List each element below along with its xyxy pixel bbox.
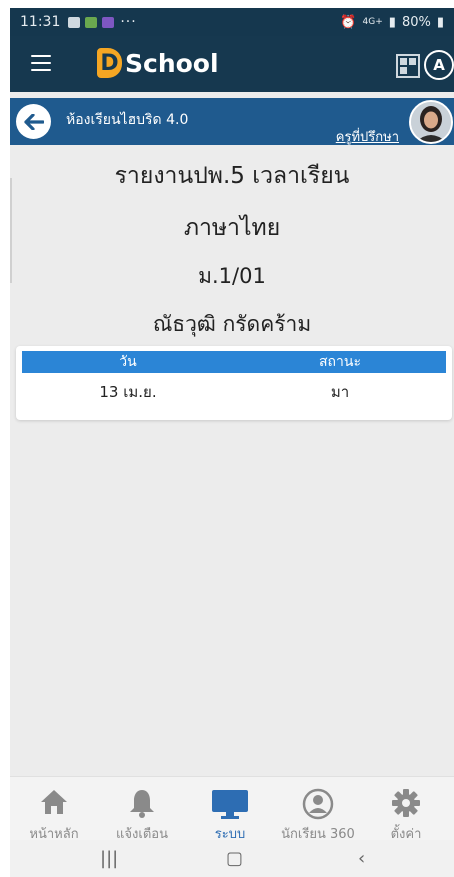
avatar-image bbox=[411, 102, 451, 142]
app-logo: D School bbox=[97, 48, 219, 78]
logo-text: School bbox=[125, 48, 219, 78]
phone-screen: 11:31 ··· ⏰ 4G+ ▮ 80% ▮ D School A ห้องเ… bbox=[10, 8, 454, 877]
recent-apps-icon[interactable]: ||| bbox=[100, 840, 118, 877]
system-back-icon[interactable]: ‹ bbox=[358, 840, 365, 877]
arrow-left-icon bbox=[23, 113, 44, 130]
gallery-icon bbox=[68, 16, 81, 28]
bottom-navigation: หน้าหลัก แจ้งเตือน ระบบ นักเรียน 360 ตั้… bbox=[10, 776, 454, 842]
report-title: รายงานปพ.5 เวลาเรียน bbox=[114, 163, 350, 189]
status-time: 11:31 bbox=[20, 14, 61, 30]
logo-letter: D bbox=[97, 48, 122, 78]
status-bar: 11:31 ··· ⏰ 4G+ ▮ 80% ▮ bbox=[10, 8, 454, 36]
battery-icon: ▮ bbox=[436, 14, 444, 30]
header-status: สถานะ bbox=[319, 354, 361, 370]
back-button[interactable] bbox=[16, 104, 51, 139]
more-notifications: ··· bbox=[120, 14, 137, 30]
signal-icon: ▮ bbox=[388, 14, 396, 30]
app-bar: D School A bbox=[10, 36, 454, 92]
qr-code-icon[interactable] bbox=[396, 54, 420, 78]
nav-system[interactable]: ระบบ bbox=[186, 777, 274, 842]
battery-level: 80% bbox=[401, 14, 431, 30]
nav-settings[interactable]: ตั้งค่า bbox=[362, 777, 450, 842]
profile-letter: A bbox=[433, 56, 445, 74]
attendance-table: วัน สถานะ 13 เม.ย. มา bbox=[16, 346, 452, 420]
table-header: วัน สถานะ bbox=[22, 351, 446, 373]
status-right: ⏰ 4G+ ▮ 80% ▮ bbox=[340, 8, 444, 36]
nav-notifications[interactable]: แจ้งเตือน bbox=[98, 777, 186, 842]
gear-icon bbox=[392, 789, 420, 817]
user-circle-icon bbox=[302, 788, 334, 820]
header-day: วัน bbox=[119, 354, 137, 370]
profile-circle-icon[interactable]: A bbox=[424, 50, 454, 80]
app-notification-icon-2 bbox=[102, 16, 115, 28]
table-row: 13 เม.ย. มา bbox=[22, 377, 446, 407]
classroom-title: ห้องเรียนไฮบริด 4.0 bbox=[66, 112, 189, 128]
sub-header: ห้องเรียนไฮบริด 4.0 ครูที่ปรึกษา bbox=[10, 98, 454, 145]
home-button-icon[interactable]: ▢ bbox=[226, 840, 243, 877]
class-name: ม.1/01 bbox=[198, 264, 266, 288]
subject-name: ภาษาไทย bbox=[183, 215, 281, 241]
avatar[interactable] bbox=[409, 100, 453, 144]
monitor-icon bbox=[212, 790, 248, 819]
system-navigation-bar: ||| ▢ ‹ bbox=[10, 840, 454, 877]
student-name: ณัธวุฒิ กรัดคร้าม bbox=[152, 312, 312, 336]
cell-status: มา bbox=[330, 383, 350, 401]
alarm-icon: ⏰ bbox=[340, 14, 357, 30]
cell-date: 13 เม.ย. bbox=[99, 383, 157, 401]
network-type: 4G+ bbox=[362, 17, 383, 27]
advisor-role-link[interactable]: ครูที่ปรึกษา bbox=[336, 126, 399, 147]
nav-student360[interactable]: นักเรียน 360 bbox=[274, 777, 362, 842]
hamburger-menu-icon[interactable] bbox=[31, 55, 51, 73]
nav-home[interactable]: หน้าหลัก bbox=[10, 777, 98, 842]
app-notification-icon bbox=[85, 16, 98, 28]
home-icon bbox=[41, 790, 67, 814]
notification-icons bbox=[68, 16, 115, 28]
bell-icon bbox=[130, 790, 154, 818]
